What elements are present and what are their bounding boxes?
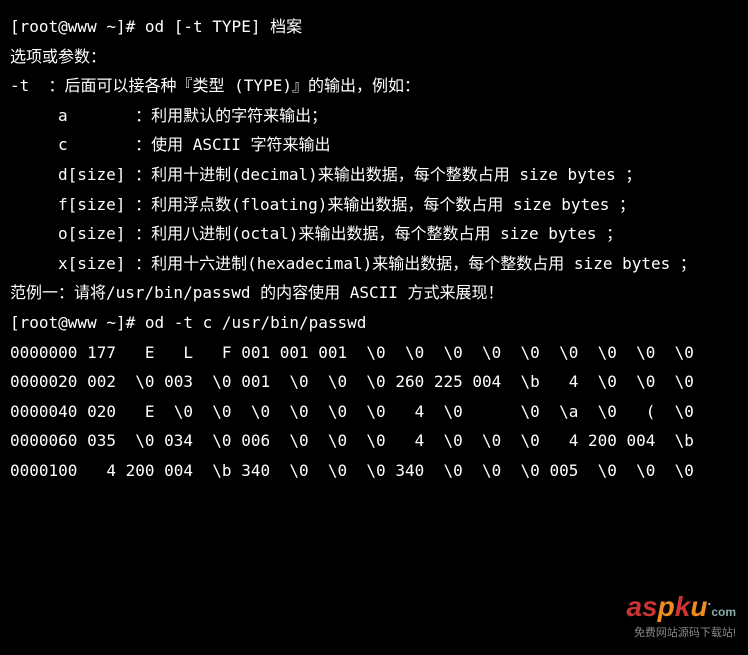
terminal-line-d-desc: d[size] ：利用十进制(decimal)来输出数据，每个整数占用 size… [10, 160, 738, 190]
terminal-line-output: 0000020 002 \0 003 \0 001 \0 \0 \0 260 2… [10, 367, 738, 397]
terminal-line-output: 0000100 4 200 004 \b 340 \0 \0 \0 340 \0… [10, 456, 738, 486]
watermark-letter: s [642, 591, 658, 622]
watermark-subtitle: 免费网站源码下载站! [626, 623, 736, 643]
terminal-line-output: 0000040 020 E \0 \0 \0 \0 \0 \0 4 \0 \0 … [10, 397, 738, 427]
terminal-line-x-desc: x[size] ：利用十六进制(hexadecimal)来输出数据，每个整数占用… [10, 249, 738, 279]
watermark-letter: p [658, 591, 675, 622]
watermark-letter: a [626, 591, 642, 622]
terminal-line-output: 0000060 035 \0 034 \0 006 \0 \0 \0 4 \0 … [10, 426, 738, 456]
watermark-letter: u [690, 591, 707, 622]
terminal-line-example-title: 范例一：请将/usr/bin/passwd 的内容使用 ASCII 方式来展现！ [10, 278, 738, 308]
watermark-brand: aspku.com [626, 593, 736, 621]
watermark-letter: k [675, 591, 691, 622]
terminal-line-output: 0000000 177 E L F 001 001 001 \0 \0 \0 \… [10, 338, 738, 368]
terminal-line-a-desc: a ：利用默认的字符来输出； [10, 101, 738, 131]
terminal-line-f-desc: f[size] ：利用浮点数(floating)来输出数据，每个数占用 size… [10, 190, 738, 220]
terminal-line-o-desc: o[size] ：利用八进制(octal)来输出数据，每个整数占用 size b… [10, 219, 738, 249]
terminal-line-prompt: [root@www ~]# od [-t TYPE] 档案 [10, 12, 738, 42]
terminal-line-c-desc: c ：使用 ASCII 字符来输出 [10, 130, 738, 160]
watermark-com: com [711, 605, 736, 619]
terminal-line-example-cmd: [root@www ~]# od -t c /usr/bin/passwd [10, 308, 738, 338]
watermark: aspku.com 免费网站源码下载站! [626, 593, 736, 643]
terminal-line-t-desc: -t ：后面可以接各种『类型 (TYPE)』的输出，例如： [10, 71, 738, 101]
terminal-line-options-header: 选项或参数： [10, 42, 738, 72]
